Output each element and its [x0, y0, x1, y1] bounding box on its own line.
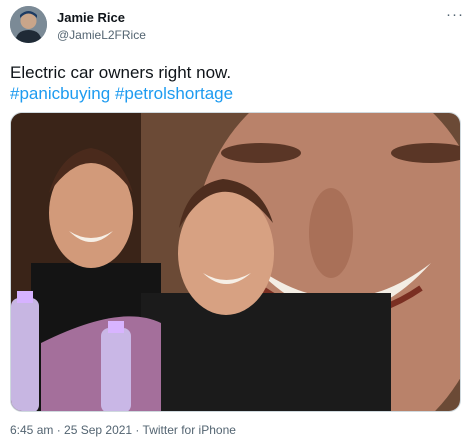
hashtag-petrolshortage[interactable]: #petrolshortage: [115, 84, 233, 103]
author-name[interactable]: Jamie Rice: [57, 10, 125, 25]
tweet-time[interactable]: 6:45 am: [10, 423, 53, 437]
meta-separator-2: ·: [132, 423, 143, 437]
tweet-meta: 6:45 am · 25 Sep 2021 · Twitter for iPho…: [10, 423, 236, 437]
hashtag-line: #panicbuying #petrolshortage: [10, 83, 460, 104]
meta-separator-1: ·: [53, 423, 65, 437]
tweet-body: Electric car owners right now.: [10, 63, 232, 82]
meme-image: [11, 113, 460, 411]
tweet-image[interactable]: [10, 112, 461, 412]
tweet-source[interactable]: Twitter for iPhone: [143, 423, 236, 437]
tweet-date[interactable]: 25 Sep 2021: [64, 423, 132, 437]
tweet-text: Electric car owners right now. #panicbuy…: [10, 62, 460, 104]
avatar-image: [10, 6, 47, 43]
avatar[interactable]: [10, 6, 47, 43]
hashtag-panicbuying[interactable]: #panicbuying: [10, 84, 110, 103]
more-options-icon[interactable]: ···: [446, 6, 464, 23]
author-handle[interactable]: @JamieL2FRice: [57, 28, 146, 42]
